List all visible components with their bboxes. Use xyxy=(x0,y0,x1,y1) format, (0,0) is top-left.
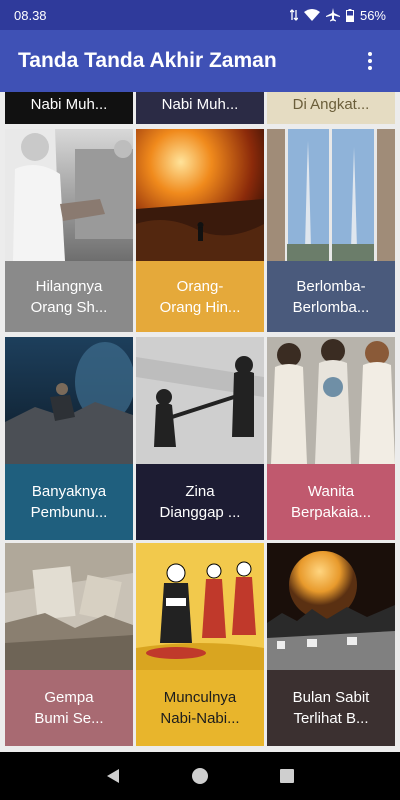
app-title: Tanda Tanda Akhir Zaman xyxy=(18,49,277,72)
article-grid: Nabi Muh... Nabi Muh... Di Angkat... Hil… xyxy=(0,92,400,752)
app-bar: Tanda Tanda Akhir Zaman xyxy=(0,30,400,92)
card-image xyxy=(136,337,264,464)
grid-card[interactable]: Nabi Muh... xyxy=(136,92,264,124)
grid-card[interactable]: Gempa Bumi Se... xyxy=(5,543,133,746)
card-caption: Banyaknya Pembunu... xyxy=(5,464,133,540)
battery-icon xyxy=(345,8,354,22)
grid-card[interactable]: Zina Dianggap ... xyxy=(136,337,264,540)
status-icons: 56% xyxy=(289,7,386,23)
card-image xyxy=(5,129,133,261)
recents-icon[interactable] xyxy=(267,756,307,796)
data-arrows-icon xyxy=(289,9,298,21)
grid-card[interactable]: Berlomba- Berlomba... xyxy=(267,129,395,332)
card-caption: Berlomba- Berlomba... xyxy=(267,261,395,332)
grid-card[interactable]: Bulan Sabit Terlihat B... xyxy=(267,543,395,746)
card-caption: Nabi Muh... xyxy=(136,92,264,124)
card-image xyxy=(267,337,395,464)
card-caption: Zina Dianggap ... xyxy=(136,464,264,540)
grid-card[interactable]: Banyaknya Pembunu... xyxy=(5,337,133,540)
grid-card[interactable]: Munculnya Nabi-Nabi... xyxy=(136,543,264,746)
grid-card[interactable]: Nabi Muh... xyxy=(5,92,133,124)
card-image xyxy=(267,543,395,670)
grid-card[interactable]: Hilangnya Orang Sh... xyxy=(5,129,133,332)
card-image xyxy=(5,337,133,464)
card-image xyxy=(136,129,264,261)
airplane-icon xyxy=(325,8,340,22)
card-caption: Gempa Bumi Se... xyxy=(5,670,133,746)
grid-card[interactable]: Di Angkat... xyxy=(267,92,395,124)
card-caption: Orang- Orang Hin... xyxy=(136,261,264,332)
navigation-bar xyxy=(0,752,400,800)
card-image xyxy=(5,543,133,670)
status-bar: 08.38 56% xyxy=(0,0,400,30)
card-caption: Wanita Berpakaia... xyxy=(267,464,395,540)
card-caption: Munculnya Nabi-Nabi... xyxy=(136,670,264,746)
grid-card[interactable]: Wanita Berpakaia... xyxy=(267,337,395,540)
card-image xyxy=(267,129,395,261)
back-icon[interactable] xyxy=(93,756,133,796)
wifi-icon xyxy=(303,9,320,21)
card-caption: Di Angkat... xyxy=(267,92,395,124)
status-time: 08.38 xyxy=(14,7,47,23)
card-caption: Nabi Muh... xyxy=(5,92,133,124)
card-caption: Bulan Sabit Terlihat B... xyxy=(267,670,395,746)
more-vert-icon[interactable] xyxy=(358,47,382,75)
grid-card[interactable]: Orang- Orang Hin... xyxy=(136,129,264,332)
home-icon[interactable] xyxy=(180,756,220,796)
card-image xyxy=(136,543,264,670)
battery-text: 56% xyxy=(359,7,386,23)
card-caption: Hilangnya Orang Sh... xyxy=(5,261,133,332)
